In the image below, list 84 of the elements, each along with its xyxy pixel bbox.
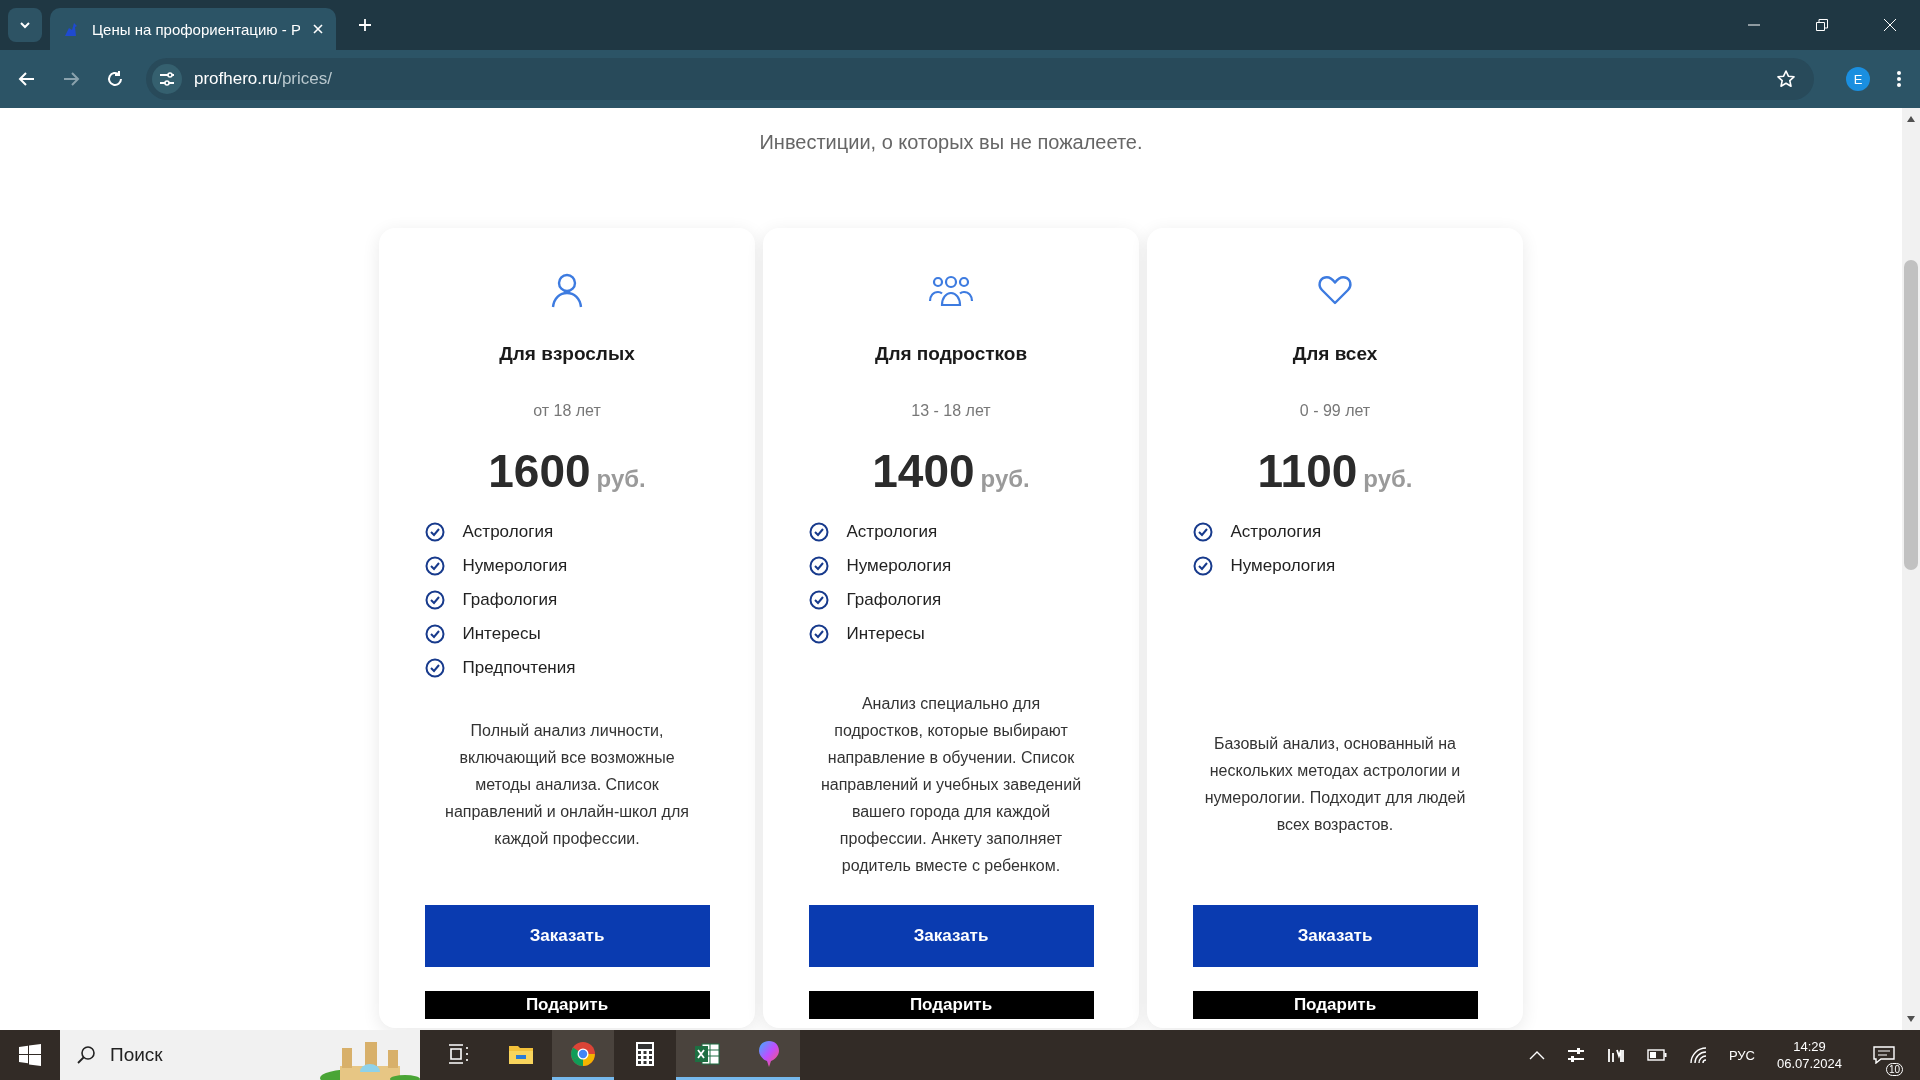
tab-title: Цены на профориентацию - Р [92,20,300,38]
feature-label: Графология [846,590,942,610]
url-path: /prices/ [277,69,332,89]
tab-list-button[interactable] [8,8,42,42]
price-amount: 1600 [488,444,591,499]
site-settings-icon[interactable] [152,64,182,94]
spreadsheet-icon [694,1041,720,1066]
back-icon[interactable] [18,70,36,88]
wifi-icon[interactable] [1688,1046,1707,1064]
price-amount: 1100 [1257,444,1358,499]
network-bars-icon[interactable] [1606,1047,1625,1063]
restore-icon[interactable] [1816,19,1828,31]
check-circle-icon [424,522,445,542]
check-circle-icon [424,590,445,610]
feature-label: Нумерология [846,556,952,576]
price-currency: руб. [1363,465,1413,493]
check-circle-icon [1192,522,1213,542]
clock-date[interactable]: 06.07.2024 [1776,1055,1842,1072]
close-icon[interactable] [312,23,324,35]
feature-label: Нумерология [1230,556,1336,576]
feature-label: Интересы [846,624,925,644]
battery-icon[interactable] [1646,1049,1667,1061]
price-currency: руб. [596,465,646,493]
order-button[interactable]: Заказать [424,905,710,967]
plan-title: Для взрослых [499,342,635,366]
calculator-icon [635,1040,655,1067]
gift-button[interactable]: Подарить [424,991,710,1019]
menu-icon[interactable] [1896,70,1902,88]
check-circle-icon [808,522,829,542]
age-range: от 18 лет [533,401,601,421]
feature-label: Нумерология [462,556,568,576]
age-range: 13 - 18 лет [911,401,991,421]
feature-label: Интересы [462,624,541,644]
plan-title: Для всех [1292,342,1378,366]
check-circle-icon [424,624,445,644]
check-circle-icon [424,658,445,678]
order-button[interactable]: Заказать [1192,905,1478,967]
plan-description: Полный анализ личности, включающий все возможные методы анализа. Список направлений и онлайн-школ для каждой профессии. [444,720,690,849]
gift-button[interactable]: Подарить [1192,991,1478,1019]
plan-title: Для подростков [874,342,1028,366]
address-bar[interactable]: profhero.ru/prices/ [146,58,1814,100]
taskbar-app[interactable] [676,1030,738,1080]
feature-label: Астрология [1230,522,1322,542]
check-circle-icon [808,590,829,610]
windows-logo-icon [19,1044,41,1066]
notification-center-button[interactable]: 10 [1864,1032,1904,1078]
scroll-down-icon[interactable] [1907,1016,1915,1022]
clock-time[interactable]: 14:29 [1793,1038,1826,1055]
age-range: 0 - 99 лет [1299,401,1371,421]
close-icon[interactable] [1884,19,1896,31]
paint-drop-icon [758,1039,780,1068]
check-circle-icon [424,556,445,576]
browser-tab[interactable]: Цены на профориентацию - Р [50,8,336,50]
url-host: profhero.ru [194,69,278,89]
search-field[interactable]: Поиск [60,1030,420,1080]
person-icon [549,272,585,308]
notification-count: 10 [1885,1063,1903,1076]
input-language[interactable]: РУС [1728,1047,1755,1063]
feature-label: Графология [462,590,558,610]
page-subtitle: Инвестиции, о которых вы не пожалеете. [759,130,1143,154]
check-circle-icon [808,556,829,576]
scrollbar[interactable] [1902,108,1920,1030]
scroll-up-icon[interactable] [1907,116,1915,122]
new-tab-icon[interactable] [358,18,372,32]
feature-label: Предпочтения [462,658,576,678]
sliders-icon[interactable] [1566,1047,1585,1063]
chevron-up-icon[interactable] [1528,1050,1545,1060]
task-view-icon [448,1043,470,1064]
browser-logo-icon [570,1040,596,1067]
plan-description: Базовый анализ, основанный на нескольких методах астрологии и нумерологии. Подходит для людей всех возрастов. [1203,734,1467,835]
price-amount: 1400 [872,444,975,499]
gift-button[interactable]: Подарить [808,991,1094,1019]
check-circle-icon [1192,556,1213,576]
feature-label: Астрология [462,522,554,542]
message-icon [1873,1046,1895,1064]
feature-label: Астрология [846,522,938,542]
forward-icon[interactable] [62,70,80,88]
reload-icon[interactable] [106,70,124,88]
scrollbar-thumb[interactable] [1904,260,1918,570]
check-circle-icon [808,624,829,644]
order-button[interactable]: Заказать [808,905,1094,967]
star-icon[interactable] [1776,69,1796,89]
plan-description: Анализ специально для подростков, которые выбирают направление в обучении. Список направлений и учебных заведений вашего города для каждой профессии. Анкету заполняет родитель вместе с ребенком. [819,693,1083,876]
price-currency: руб. [980,465,1030,493]
